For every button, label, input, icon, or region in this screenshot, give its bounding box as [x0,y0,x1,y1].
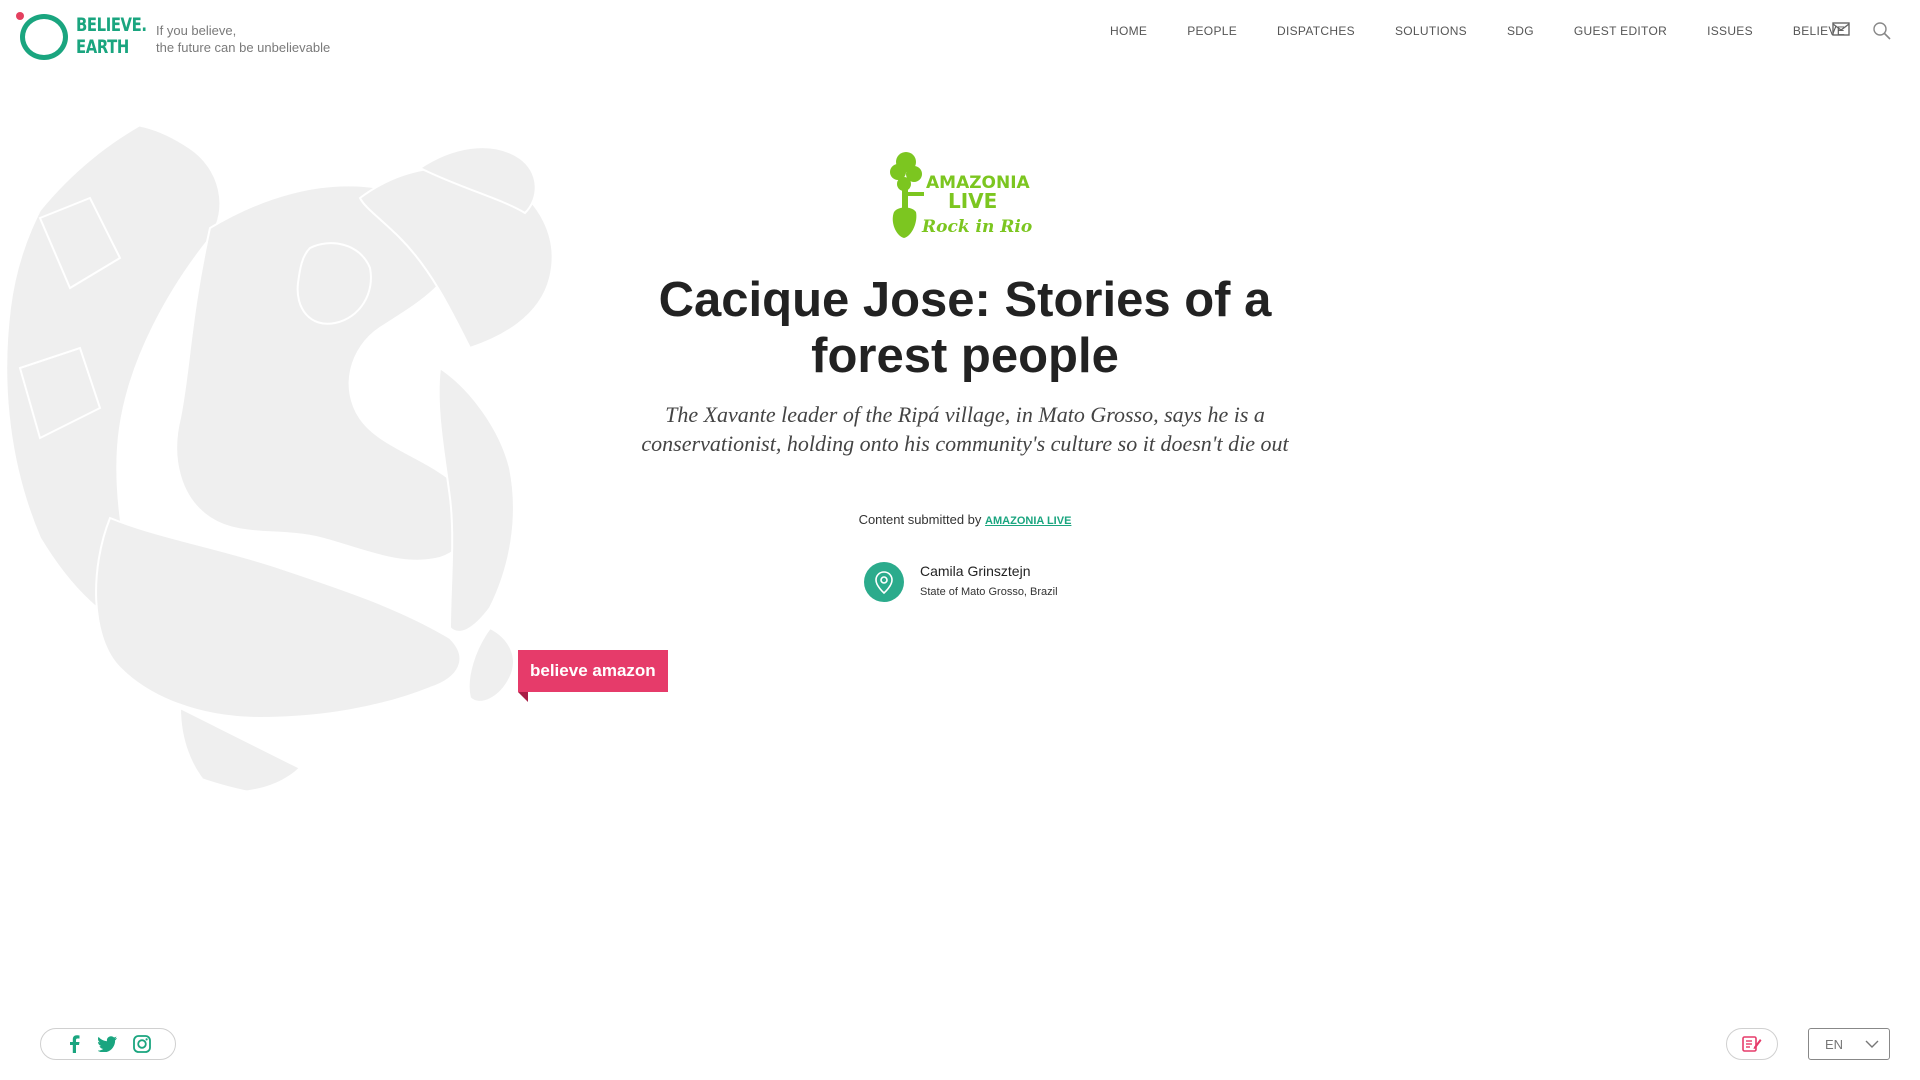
chevron-down-icon [1865,1040,1879,1048]
submitted-label: Content submitted by [858,512,982,527]
header: BELIEVE. EARTH If you believe, the futur… [0,0,1920,72]
social-links [40,1028,176,1060]
world-globe-illustration [5,123,554,793]
language-select[interactable]: EN [1808,1028,1890,1060]
twitter-icon[interactable] [97,1033,119,1055]
logo-line-2: EARTH [76,36,129,58]
amazonia-live-logo[interactable]: AMAZONIA LIVE Rock in Rio [886,148,1036,242]
believe-amazon-tag[interactable]: believe amazon [518,650,668,692]
compose-icon [1742,1036,1762,1052]
nav-sdg[interactable]: SDG [1507,24,1534,38]
nav-people[interactable]: PEOPLE [1187,24,1237,38]
logo-ring [20,14,68,60]
nav-solutions[interactable]: SOLUTIONS [1395,24,1467,38]
nav-home[interactable]: HOME [1110,24,1147,38]
tagline-line-2: the future can be unbelievable [156,40,331,55]
location-pin-icon [864,562,904,602]
facebook-icon[interactable] [63,1033,85,1055]
compose-button[interactable] [1726,1028,1778,1060]
nav-guest-editor[interactable]: GUEST EDITOR [1574,24,1667,38]
tagline: If you believe, the future can be unbeli… [156,22,330,56]
search-icon[interactable] [1872,21,1892,46]
tree-icon [890,152,924,238]
nav-dispatches[interactable]: DISPATCHES [1277,24,1355,38]
ribbon-fold [518,692,528,702]
author-name: Camila Grinsztejn [920,563,1031,579]
article-title: Cacique Jose: Stories of a forest people [658,273,1272,383]
instagram-icon[interactable] [131,1033,153,1055]
article-subtitle: The Xavante leader of the Ripá village, … [641,402,1289,456]
logo-line-1: BELIEVE. [76,14,147,36]
logo-text: BELIEVE. EARTH [76,14,147,58]
logo-dot [16,12,24,20]
mail-icon[interactable] [1832,22,1850,41]
believe-earth-logo[interactable]: BELIEVE. EARTH [14,12,147,62]
partner-line-2: LIVE [948,189,997,213]
submitted-by-link[interactable]: AMAZONIA LIVE [985,515,1071,527]
nav-issues[interactable]: ISSUES [1707,24,1753,38]
tagline-line-1: If you believe, [156,23,237,38]
main-nav: HOME PEOPLE DISPATCHES SOLUTIONS SDG GUE… [1110,24,1845,38]
author-place: State of Mato Grosso, Brazil [920,586,1058,598]
partner-line-3: Rock in Rio [921,217,1032,237]
language-value: EN [1825,1036,1844,1052]
content-submitted: Content submitted by AMAZONIA LIVE [630,512,1300,527]
